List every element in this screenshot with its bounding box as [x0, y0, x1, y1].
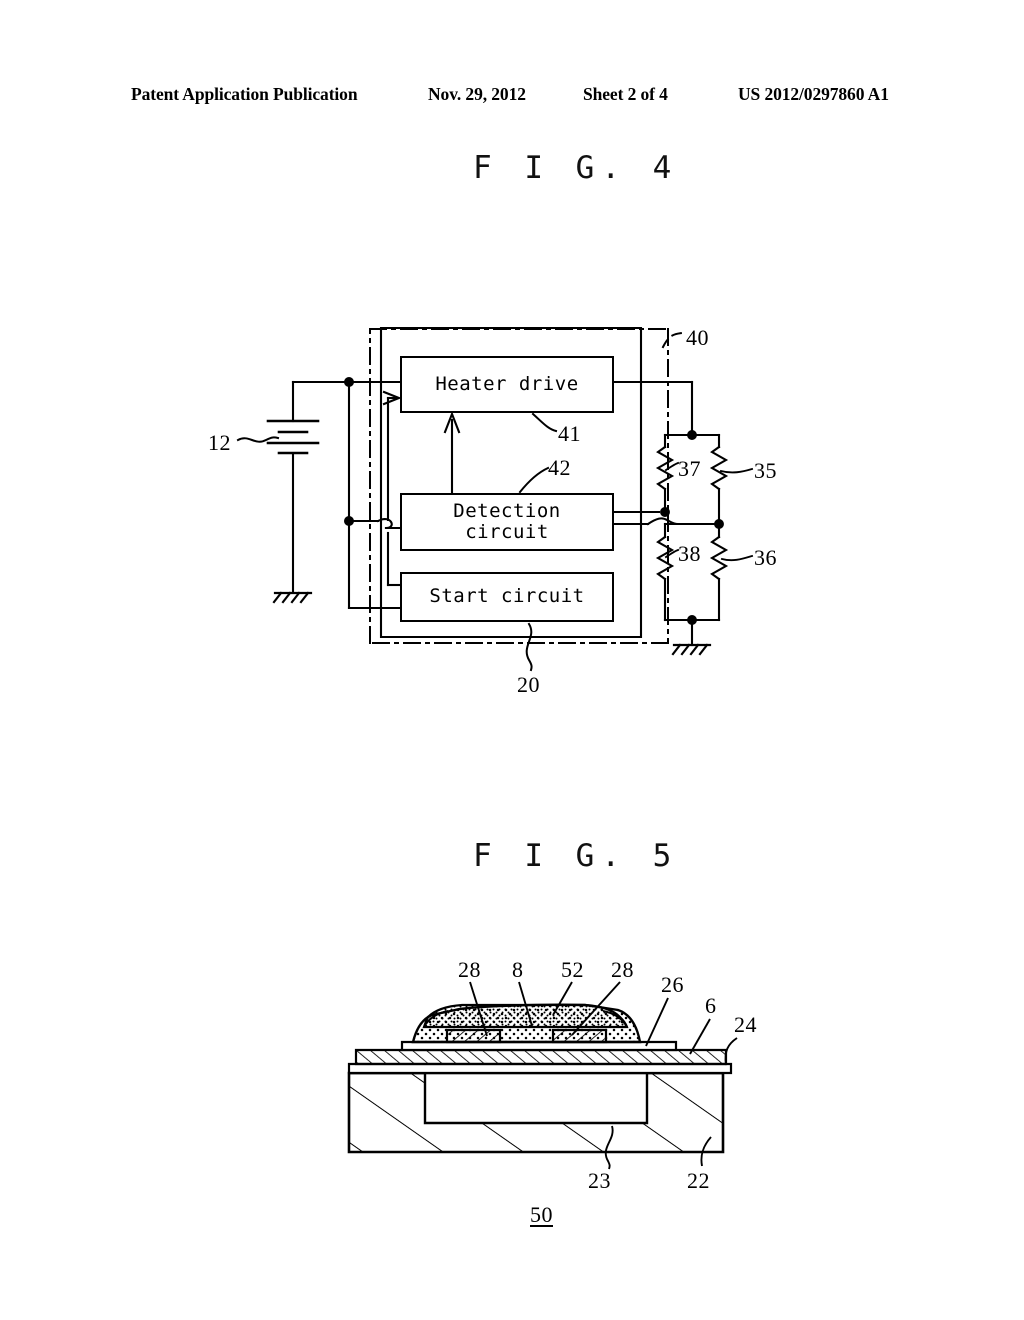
reference-numeral-22: 22 [687, 1168, 710, 1193]
patent-drawing-page: Patent Application Publication Nov. 29, … [0, 0, 1024, 1320]
reference-numeral-24: 24 [734, 1012, 757, 1037]
membrane-layer-6 [354, 1048, 728, 1066]
layer-24 [347, 1062, 733, 1075]
reference-numeral-8: 8 [512, 957, 524, 982]
reference-numeral-6: 6 [705, 993, 717, 1018]
electrode-28-left [445, 1028, 502, 1044]
reference-numeral-28-right: 28 [611, 957, 634, 982]
figure-5-drawing [347, 981, 738, 1170]
figure-designation-50: 50 [530, 1202, 553, 1227]
electrode-28-right [551, 1028, 608, 1044]
reference-numeral-23: 23 [588, 1168, 611, 1193]
reference-numeral-28-left: 28 [458, 957, 481, 982]
reference-numeral-26: 26 [661, 972, 684, 997]
reference-numeral-52: 52 [561, 957, 584, 982]
cavity-23 [423, 1071, 649, 1125]
